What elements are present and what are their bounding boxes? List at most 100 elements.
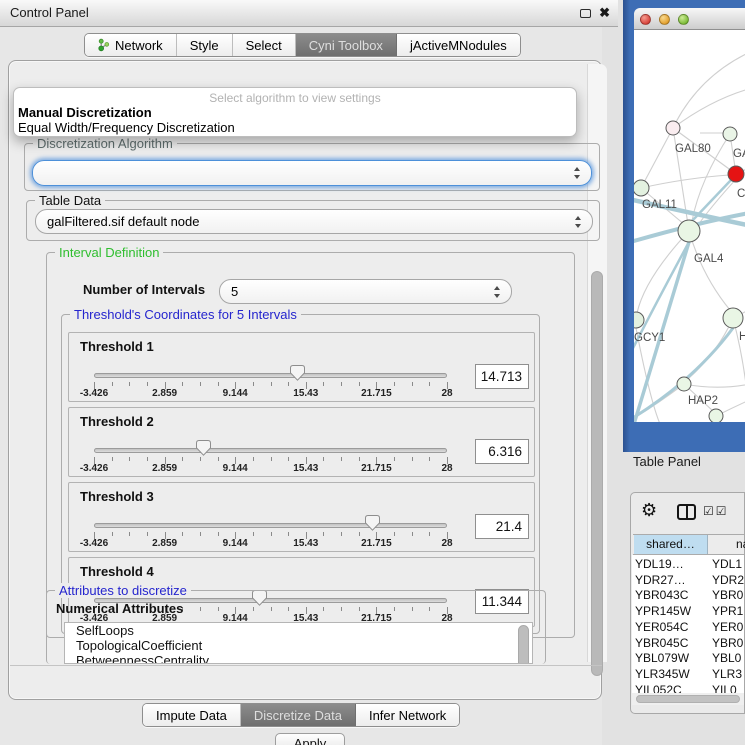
combo-stepper-icon xyxy=(574,167,581,179)
network-node[interactable] xyxy=(728,166,744,182)
tab-cyni-toolbox[interactable]: Cyni Toolbox xyxy=(295,34,396,56)
table-row[interactable]: YDL19…YDL1 xyxy=(632,557,744,573)
table-row[interactable]: YLR345WYLR3 xyxy=(632,667,744,683)
cell-name: YDR2 xyxy=(712,573,744,589)
table-row[interactable]: YBR045CYBR0 xyxy=(632,636,744,652)
network-icon xyxy=(98,38,110,52)
table-row[interactable]: YBR043CYBR0 xyxy=(632,588,744,604)
slider-tick xyxy=(288,457,289,461)
network-node[interactable] xyxy=(666,121,680,135)
threshold-slider-thumb[interactable] xyxy=(196,440,211,459)
threshold-value-field[interactable]: 21.4 xyxy=(475,514,529,539)
list-item[interactable]: BetweennessCentrality xyxy=(65,653,532,664)
cell-name: YER0 xyxy=(712,620,743,636)
tab-network[interactable]: Network xyxy=(85,34,176,56)
number-of-intervals-select[interactable]: 5 xyxy=(219,279,512,304)
main-scrollbar-thumb[interactable] xyxy=(591,271,603,676)
tab-infer-network[interactable]: Infer Network xyxy=(355,704,459,726)
float-panel-icon[interactable] xyxy=(580,9,591,18)
table-row[interactable]: YER054CYER0 xyxy=(632,620,744,636)
network-edge[interactable] xyxy=(673,86,745,128)
tab-style[interactable]: Style xyxy=(176,34,232,56)
network-edge[interactable] xyxy=(684,380,745,387)
gear-icon[interactable]: ⚙ xyxy=(641,501,657,521)
thresholds-group-title: Threshold's Coordinates for 5 Intervals xyxy=(70,307,301,322)
network-node-label: GAL11 xyxy=(642,199,677,211)
table-data-group: Table Data galFiltered.sif default node xyxy=(26,200,600,241)
network-node[interactable] xyxy=(634,180,649,196)
network-window-titlebar[interactable] xyxy=(634,8,745,30)
slider-tick xyxy=(341,382,342,386)
table-row[interactable]: YPR145WYPR1 xyxy=(632,604,744,620)
list-item[interactable]: TopologicalCoefficient xyxy=(65,638,532,653)
column-header-shared-name[interactable]: shared… xyxy=(634,535,708,554)
apply-button[interactable]: Apply xyxy=(275,733,345,745)
network-node[interactable] xyxy=(678,220,700,242)
mac-zoom-light-icon[interactable] xyxy=(678,14,689,25)
threshold-slider-thumb[interactable] xyxy=(290,365,305,384)
network-canvas[interactable]: GAL80GACGAL11GAL4GCY1HHAP2 xyxy=(634,30,745,422)
network-node[interactable] xyxy=(723,308,743,328)
mac-close-light-icon[interactable] xyxy=(640,14,651,25)
slider-tick xyxy=(200,532,201,536)
threshold-slider-track[interactable] xyxy=(94,373,447,378)
tab-impute-data[interactable]: Impute Data xyxy=(143,704,240,726)
threshold-value-field[interactable]: 6.316 xyxy=(475,439,529,464)
threshold-slider-track[interactable] xyxy=(94,448,447,453)
tab-label: Discretize Data xyxy=(254,708,342,723)
dropdown-option-equal-width-frequency[interactable]: Equal Width/Frequency Discretization xyxy=(18,120,235,135)
columns-icon[interactable] xyxy=(677,504,696,520)
slider-tick xyxy=(412,532,413,536)
number-of-intervals-value: 5 xyxy=(231,284,238,299)
algorithm-dropdown-popup: Select algorithm to view settings Manual… xyxy=(13,87,577,137)
slider-tick xyxy=(359,532,360,536)
tab-discretize-data[interactable]: Discretize Data xyxy=(240,704,355,726)
network-edge[interactable] xyxy=(641,128,673,188)
tab-select[interactable]: Select xyxy=(232,34,295,56)
threshold-value-field[interactable]: 14.713 xyxy=(475,364,529,389)
dropdown-option-manual-discretization[interactable]: Manual Discretization xyxy=(18,105,152,120)
network-node[interactable] xyxy=(634,312,644,328)
table-data-select[interactable]: galFiltered.sif default node xyxy=(35,209,593,234)
network-edge[interactable] xyxy=(641,175,729,188)
table-header-row: shared… na xyxy=(633,534,744,555)
mac-minimize-light-icon[interactable] xyxy=(659,14,670,25)
network-node-label: C xyxy=(737,188,745,200)
list-item[interactable]: SelfLoops xyxy=(65,623,532,638)
table-panel-title: Table Panel xyxy=(633,454,701,469)
table-row[interactable]: YBL079WYBL0 xyxy=(632,651,744,667)
slider-tick-label: 9.144 xyxy=(210,538,260,549)
attributes-list-scrollbar-thumb[interactable] xyxy=(518,625,529,664)
threshold-block-3: Threshold 3-3.4262.8599.14415.4321.71528… xyxy=(68,482,535,552)
close-icon[interactable]: ✖ xyxy=(599,4,610,22)
network-node[interactable] xyxy=(709,409,723,422)
slider-tick-label: 28 xyxy=(422,388,472,399)
table-data-selected-value: galFiltered.sif default node xyxy=(47,214,199,229)
cell-shared-name: YBR043C xyxy=(635,588,688,604)
column-header-name[interactable]: na xyxy=(736,535,745,554)
dropdown-placeholder-option[interactable]: Select algorithm to view settings xyxy=(14,91,576,105)
tab-jactivemnodules[interactable]: jActiveMNodules xyxy=(396,34,520,56)
network-node-label: GCY1 xyxy=(634,332,665,344)
table-row[interactable]: YDR27…YDR2 xyxy=(632,573,744,589)
control-panel-titlebar: Control Panel ✖ xyxy=(0,0,618,27)
cell-shared-name: YDL19… xyxy=(635,557,684,573)
algorithm-select[interactable] xyxy=(32,160,592,186)
network-node[interactable] xyxy=(677,377,691,391)
network-node[interactable] xyxy=(723,127,737,141)
slider-tick xyxy=(429,382,430,386)
network-edge[interactable] xyxy=(676,44,745,122)
table-hscrollbar-track[interactable] xyxy=(632,693,744,705)
slider-tick xyxy=(200,382,201,386)
cell-name: YLR3 xyxy=(712,667,742,683)
threshold-slider-thumb[interactable] xyxy=(365,515,380,534)
cell-shared-name: YBL079W xyxy=(635,651,689,667)
table-hscrollbar-thumb[interactable] xyxy=(636,695,740,703)
network-edge[interactable] xyxy=(689,231,730,310)
slider-tick-label: 15.43 xyxy=(281,463,331,474)
tab-label: Cyni Toolbox xyxy=(309,38,383,53)
select-columns-icon[interactable]: ☑☑ xyxy=(703,504,729,518)
slider-tick xyxy=(129,382,130,386)
number-of-intervals-label: Number of Intervals xyxy=(83,282,205,297)
threshold-slider-track[interactable] xyxy=(94,523,447,528)
